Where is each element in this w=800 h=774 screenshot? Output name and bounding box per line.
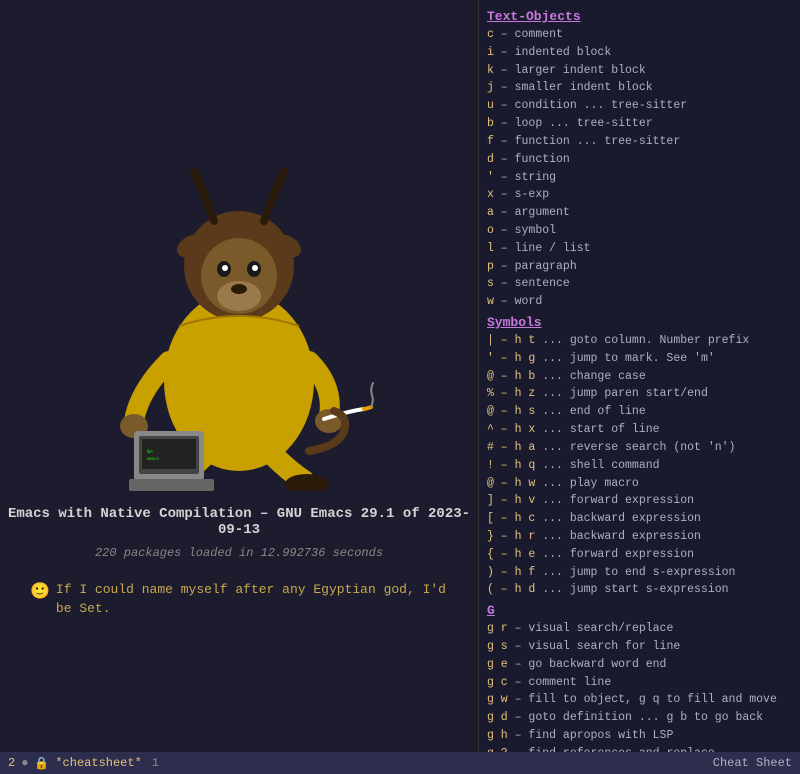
list-item: g s – visual search for line [487, 638, 792, 656]
left-panel: &> emacs Emacs with Native Compilation –… [0, 0, 478, 774]
buf-index: 1 [152, 756, 159, 770]
list-item: g h – find apropos with LSP [487, 727, 792, 745]
list-item: # – h a ... reverse search (not 'n') [487, 439, 792, 457]
list-item: } – h r ... backward expression [487, 528, 792, 546]
status-dot: ● [21, 756, 28, 770]
list-item: s – sentence [487, 275, 792, 293]
list-item: ^ – h x ... start of line [487, 421, 792, 439]
cheat-sheet-label: Cheat Sheet [713, 756, 792, 770]
list-item: x – s-exp [487, 186, 792, 204]
list-item: i – indented block [487, 44, 792, 62]
list-item: % – h z ... jump paren start/end [487, 385, 792, 403]
list-item: c – comment [487, 26, 792, 44]
list-item: j – smaller indent block [487, 79, 792, 97]
list-item: ) – h f ... jump to end s-expression [487, 564, 792, 582]
list-item: o – symbol [487, 222, 792, 240]
gnu-mascot: &> emacs [69, 156, 409, 496]
status-bar: 2 ● 🔒 *cheatsheet* 1 Cheat Sheet [0, 752, 800, 774]
svg-text:&>: &> [147, 449, 153, 455]
list-item: d – function [487, 151, 792, 169]
list-item: @ – h b ... change case [487, 368, 792, 386]
right-panel[interactable]: Text-Objects c – commenti – indented blo… [478, 0, 800, 774]
message-line: 🙂 If I could name myself after any Egypt… [0, 580, 478, 619]
list-item: w – word [487, 293, 792, 311]
text-objects-title: Text-Objects [487, 9, 792, 24]
list-item: u – condition ... tree-sitter [487, 97, 792, 115]
list-item: ' – string [487, 169, 792, 187]
g-title: G [487, 603, 792, 618]
list-item: a – argument [487, 204, 792, 222]
list-item: g c – comment line [487, 674, 792, 692]
symbols-title: Symbols [487, 315, 792, 330]
list-item: ' – h g ... jump to mark. See 'm' [487, 350, 792, 368]
list-item: @ – h s ... end of line [487, 403, 792, 421]
svg-text:emacs: emacs [147, 456, 160, 461]
text-objects-list: c – commenti – indented blockk – larger … [487, 26, 792, 311]
list-item: b – loop ... tree-sitter [487, 115, 792, 133]
list-item: @ – h w ... play macro [487, 475, 792, 493]
buffer-name: *cheatsheet* [55, 756, 141, 770]
list-item: g r – visual search/replace [487, 620, 792, 638]
list-item: p – paragraph [487, 258, 792, 276]
message-text: If I could name myself after any Egyptia… [56, 580, 448, 619]
list-item: l – line / list [487, 240, 792, 258]
list-item: [ – h c ... backward expression [487, 510, 792, 528]
list-item: k – larger indent block [487, 62, 792, 80]
list-item: g d – goto definition ... g b to go back [487, 709, 792, 727]
list-item: ] – h v ... forward expression [487, 492, 792, 510]
list-item: ( – h d ... jump start s-expression [487, 581, 792, 599]
list-item: g e – go backward word end [487, 656, 792, 674]
emacs-title: Emacs with Native Compilation – GNU Emac… [0, 506, 478, 538]
list-item: g w – fill to object, g q to fill and mo… [487, 691, 792, 709]
list-item: ! – h q ... shell command [487, 457, 792, 475]
list-item: | – h t ... goto column. Number prefix [487, 332, 792, 350]
symbols-list: | – h t ... goto column. Number prefix' … [487, 332, 792, 599]
smiley-icon: 🙂 [30, 580, 50, 604]
packages-info: 220 packages loaded in 12.992736 seconds [95, 546, 383, 560]
list-item: { – h e ... forward expression [487, 546, 792, 564]
file-lock-icon: 🔒 [34, 756, 49, 771]
list-item: f – function ... tree-sitter [487, 133, 792, 151]
buffer-number: 2 [8, 756, 15, 770]
g-list: g r – visual search/replaceg s – visual … [487, 620, 792, 774]
